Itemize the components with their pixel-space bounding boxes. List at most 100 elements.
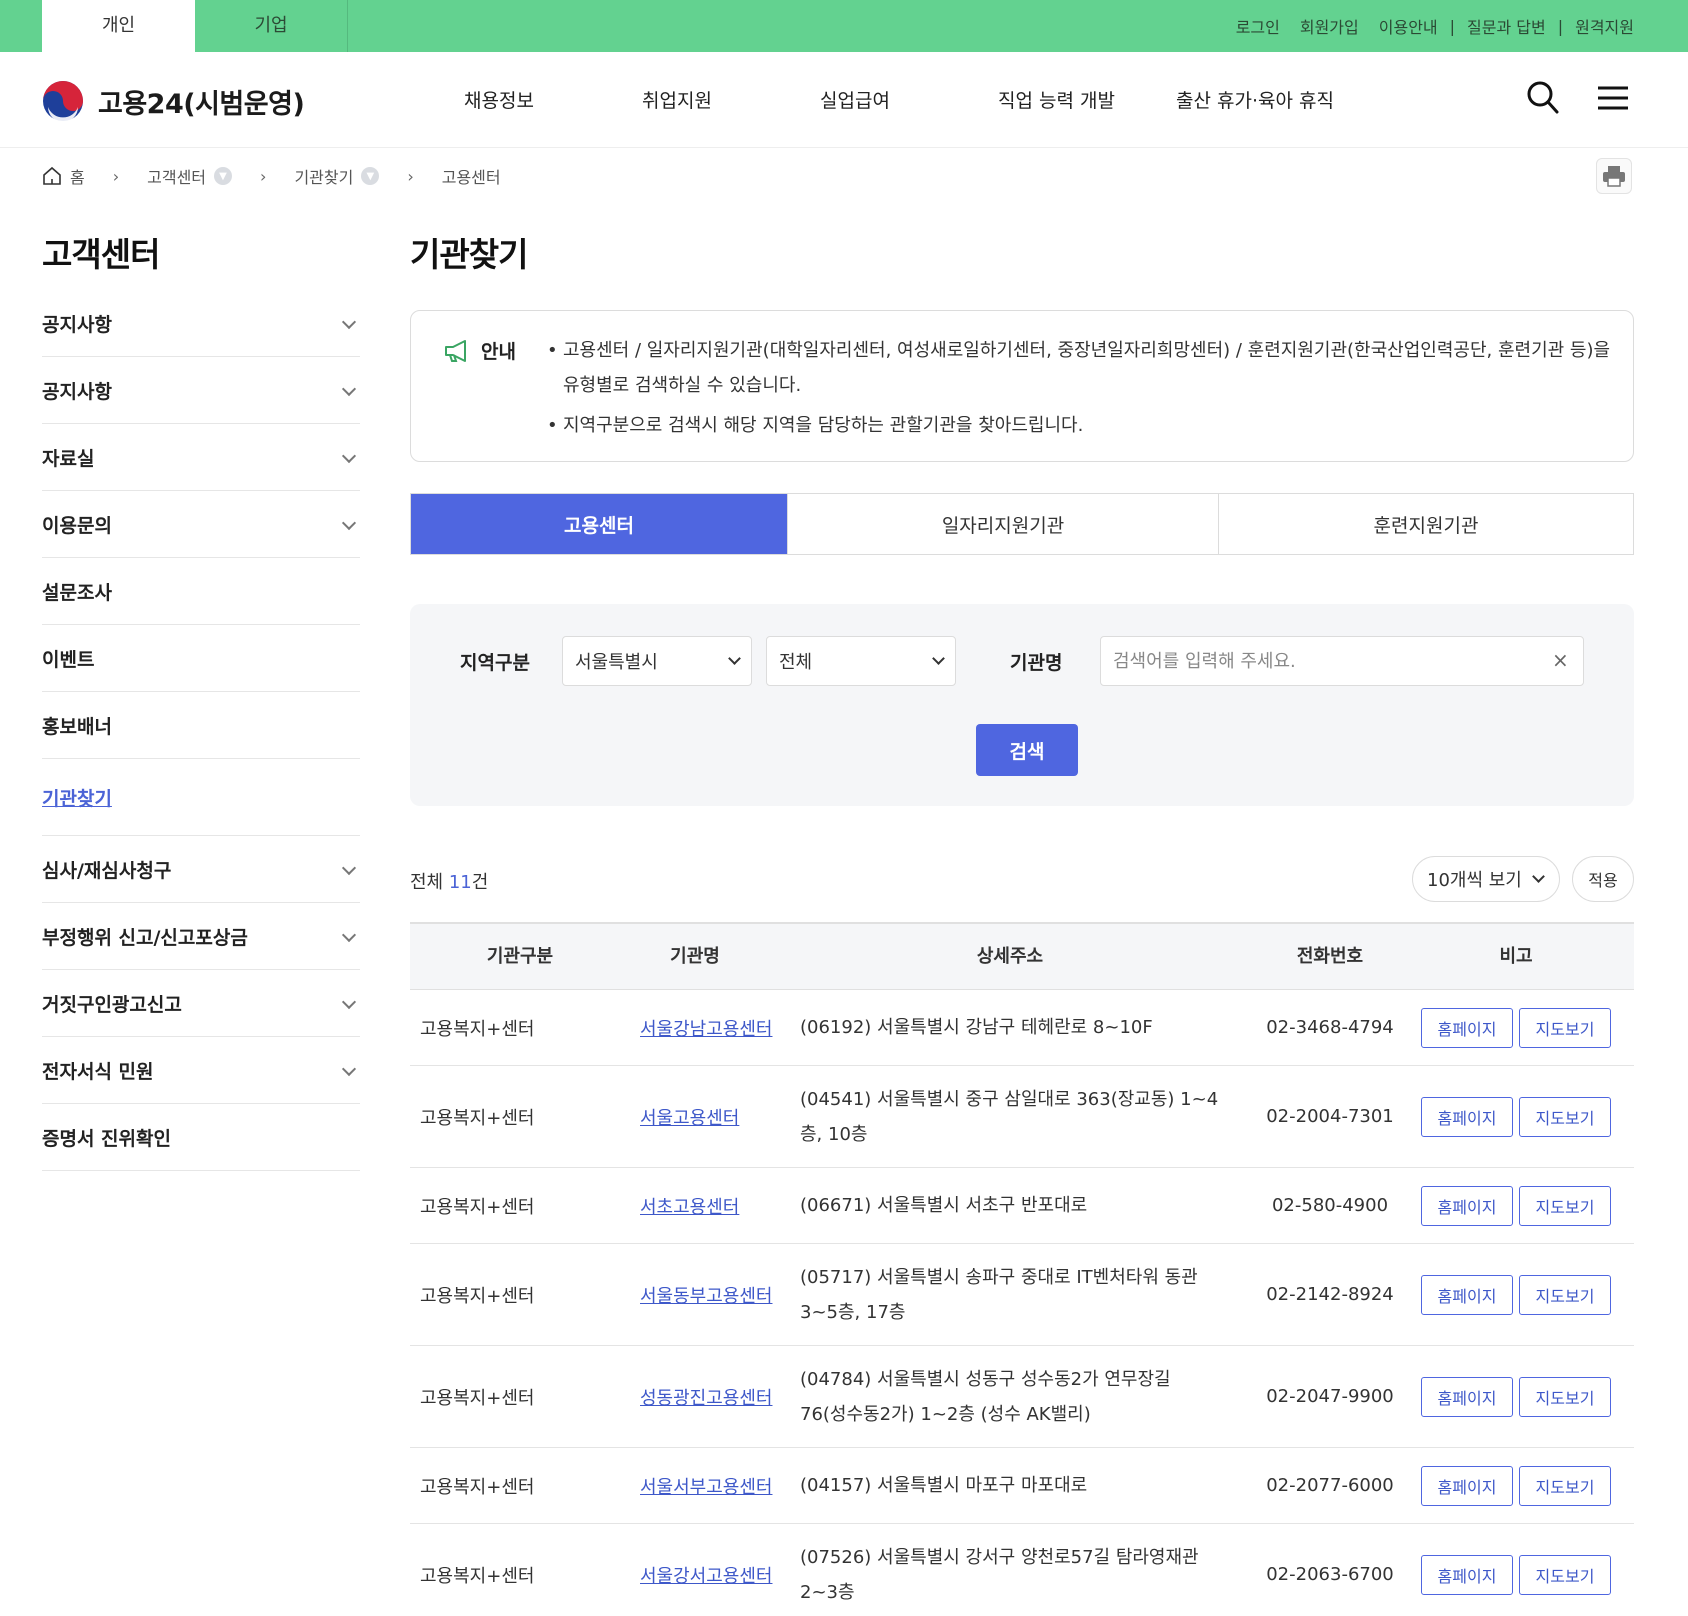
sidebar-item-notice[interactable]: 공지사항 bbox=[42, 290, 360, 357]
nav-item-employment-support[interactable]: 취업지원 bbox=[642, 86, 712, 113]
guide-box: 안내 고용센터 / 일자리지원기관(대학일자리센터, 여성새로일하기센터, 중장… bbox=[410, 310, 1634, 462]
agency-name-link[interactable]: 서울강서고용센터 bbox=[640, 1524, 780, 1616]
qna-link[interactable]: 질문과 답변 bbox=[1467, 14, 1546, 38]
sidebar-item-archive[interactable]: 자료실 bbox=[42, 424, 360, 491]
sidebar-item-false-ad-report[interactable]: 거짓구인광고신고 bbox=[42, 970, 360, 1037]
homepage-button[interactable]: 홈페이지 bbox=[1421, 1185, 1513, 1226]
nav-item-skill-development[interactable]: 직업 능력 개발 bbox=[998, 86, 1115, 113]
divider: | bbox=[1557, 16, 1564, 36]
sidebar-item-label: 부정행위 신고/신고포상금 bbox=[42, 926, 248, 949]
site-logo[interactable]: 고용24(시범운영) bbox=[42, 80, 305, 122]
sidebar-item-event[interactable]: 이벤트 bbox=[42, 625, 360, 692]
agency-name-link[interactable]: 서초고용센터 bbox=[640, 1168, 780, 1243]
sidebar-item-banner[interactable]: 홍보배너 bbox=[42, 692, 360, 759]
district-select[interactable]: 전체 bbox=[766, 636, 956, 686]
sidebar-item-survey[interactable]: 설문조사 bbox=[42, 558, 360, 625]
total-suffix: 건 bbox=[471, 872, 489, 893]
tab-business[interactable]: 기업 bbox=[195, 0, 348, 52]
agency-phone: 02-3468-4794 bbox=[1266, 1017, 1394, 1038]
tab-employment-center[interactable]: 고용센터 bbox=[411, 494, 788, 554]
region-label: 지역구분 bbox=[460, 652, 530, 674]
sidebar-item-certificate-verify[interactable]: 증명서 진위확인 bbox=[42, 1104, 360, 1171]
tab-training-agency[interactable]: 훈련지원기관 bbox=[1219, 494, 1633, 554]
agency-address: (06671) 서울특별시 서초구 반포대로 bbox=[800, 1195, 1088, 1216]
agency-name-link[interactable]: 성동광진고용센터 bbox=[640, 1346, 780, 1447]
site-header: 고용24(시범운영) 채용정보 취업지원 실업급여 직업 능력 개발 출산 휴가… bbox=[0, 52, 1688, 148]
signup-link[interactable]: 회원가입 bbox=[1300, 14, 1359, 38]
row-actions: 홈페이지 지도보기 bbox=[1416, 990, 1616, 1065]
search-button[interactable]: 검색 bbox=[976, 724, 1078, 776]
guide-item: 고용센터 / 일자리지원기관(대학일자리센터, 여성새로일하기센터, 중장년일자… bbox=[547, 333, 1617, 403]
map-button[interactable]: 지도보기 bbox=[1519, 1376, 1611, 1417]
region-select[interactable]: 서울특별시 bbox=[562, 636, 752, 686]
tab-personal[interactable]: 개인 bbox=[42, 0, 195, 52]
per-page-value: 10개씩 보기 bbox=[1427, 870, 1522, 891]
breadcrumb-home[interactable]: 홈 bbox=[42, 164, 85, 188]
sidebar-menu: 공지사항 공지사항 자료실 이용문의 설문조사 이벤트 홍보배너 기관찾기 심사… bbox=[42, 290, 360, 1171]
sidebar-item-find-agency[interactable]: 기관찾기 bbox=[42, 759, 360, 836]
homepage-button[interactable]: 홈페이지 bbox=[1421, 1274, 1513, 1315]
apply-button[interactable]: 적용 bbox=[1572, 856, 1634, 902]
map-button[interactable]: 지도보기 bbox=[1519, 1185, 1611, 1226]
search-icon[interactable] bbox=[1526, 80, 1560, 116]
map-button[interactable]: 지도보기 bbox=[1519, 1465, 1611, 1506]
homepage-button[interactable]: 홈페이지 bbox=[1421, 1376, 1513, 1417]
guide-item: 지역구분으로 검색시 해당 지역을 담당하는 관할기관을 찾아드립니다. bbox=[547, 408, 1617, 443]
sidebar-item-e-form[interactable]: 전자서식 민원 bbox=[42, 1037, 360, 1104]
breadcrumb-find-agency[interactable]: 기관찾기 ▼ bbox=[294, 164, 380, 188]
menu-icon[interactable] bbox=[1596, 80, 1630, 116]
sidebar-item-review-claim[interactable]: 심사/재심사청구 bbox=[42, 836, 360, 903]
homepage-button[interactable]: 홈페이지 bbox=[1421, 1465, 1513, 1506]
total-prefix: 전체 bbox=[410, 872, 444, 893]
sidebar-item-fraud-report[interactable]: 부정행위 신고/신고포상금 bbox=[42, 903, 360, 970]
agency-table: 기관구분 기관명 상세주소 전화번호 비고 고용복지+센터 서울강남고용센터 (… bbox=[410, 922, 1634, 1616]
sidebar-item-label: 기관찾기 bbox=[42, 787, 112, 810]
region-select-value: 서울특별시 bbox=[575, 652, 658, 673]
clear-icon[interactable]: × bbox=[1552, 648, 1569, 672]
print-button[interactable] bbox=[1596, 158, 1632, 194]
tab-job-support-agency[interactable]: 일자리지원기관 bbox=[788, 494, 1219, 554]
guide-link[interactable]: 이용안내 bbox=[1379, 14, 1438, 38]
login-link[interactable]: 로그인 bbox=[1236, 14, 1280, 38]
nav-item-parental-leave[interactable]: 출산 휴가·육아 휴직 bbox=[1176, 86, 1334, 113]
chevron-down-icon bbox=[341, 448, 357, 464]
breadcrumb-label: 기관찾기 bbox=[294, 168, 354, 187]
sidebar-item-label: 전자서식 민원 bbox=[42, 1060, 154, 1083]
agency-name-input[interactable] bbox=[1100, 636, 1584, 686]
sidebar-item-inquiry[interactable]: 이용문의 bbox=[42, 491, 360, 558]
breadcrumb: 홈 › 고객센터 ▼ › 기관찾기 ▼ › 고용센터 bbox=[42, 164, 501, 188]
map-button[interactable]: 지도보기 bbox=[1519, 1096, 1611, 1137]
chevron-down-icon bbox=[1532, 870, 1545, 883]
agency-name-link[interactable]: 서울강남고용센터 bbox=[640, 990, 780, 1065]
agency-phone: 02-2077-6000 bbox=[1266, 1475, 1394, 1496]
chevron-down-icon bbox=[341, 314, 357, 330]
homepage-button[interactable]: 홈페이지 bbox=[1421, 1554, 1513, 1595]
row-actions: 홈페이지 지도보기 bbox=[1416, 1244, 1616, 1345]
map-button[interactable]: 지도보기 bbox=[1519, 1554, 1611, 1595]
nav-item-jobs[interactable]: 채용정보 bbox=[464, 86, 534, 113]
sidebar-item-label: 거짓구인광고신고 bbox=[42, 993, 182, 1016]
homepage-button[interactable]: 홈페이지 bbox=[1421, 1007, 1513, 1048]
map-button[interactable]: 지도보기 bbox=[1519, 1274, 1611, 1315]
map-button[interactable]: 지도보기 bbox=[1519, 1007, 1611, 1048]
agency-address: (04157) 서울특별시 마포구 마포대로 bbox=[800, 1475, 1088, 1496]
agency-name-link[interactable]: 서울고용센터 bbox=[640, 1066, 780, 1167]
divider: | bbox=[1449, 16, 1456, 36]
chevron-down-icon[interactable]: ▼ bbox=[214, 167, 233, 185]
agency-name-link[interactable]: 서울서부고용센터 bbox=[640, 1448, 780, 1523]
agency-phone: 02-580-4900 bbox=[1271, 1195, 1389, 1216]
taegeuk-logo-icon bbox=[43, 81, 83, 122]
agency-type: 고용복지+센터 bbox=[420, 1285, 535, 1307]
agency-name-link[interactable]: 서울동부고용센터 bbox=[640, 1244, 780, 1345]
table-row: 고용복지+센터 성동광진고용센터 (04784) 서울특별시 성동구 성수동2가… bbox=[410, 1346, 1634, 1448]
table-row: 고용복지+센터 서울고용센터 (04541) 서울특별시 중구 삼일대로 363… bbox=[410, 1066, 1634, 1168]
chevron-down-icon bbox=[932, 652, 945, 665]
nav-item-unemployment-benefit[interactable]: 실업급여 bbox=[820, 86, 890, 113]
sidebar-item-notice-2[interactable]: 공지사항 bbox=[42, 357, 360, 424]
table-row: 고용복지+센터 서울서부고용센터 (04157) 서울특별시 마포구 마포대로 … bbox=[410, 1448, 1634, 1524]
homepage-button[interactable]: 홈페이지 bbox=[1421, 1096, 1513, 1137]
remote-support-link[interactable]: 원격지원 bbox=[1575, 14, 1634, 38]
per-page-select[interactable]: 10개씩 보기 bbox=[1412, 856, 1560, 902]
breadcrumb-customer-center[interactable]: 고객센터 ▼ bbox=[147, 164, 233, 188]
chevron-down-icon[interactable]: ▼ bbox=[361, 167, 380, 185]
